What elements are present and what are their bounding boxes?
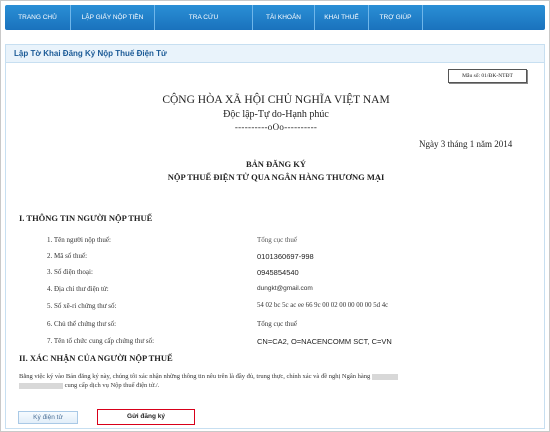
field-row-email: 4. Địa chỉ thư điện tử: dungkt@gmail.com (47, 285, 537, 299)
field-row-certificate-serial: 5. Số xê-ri chứng thư số: 54 02 bc 5c ac… (47, 302, 537, 316)
form-code-badge: Mẫu số: 01/ĐK-NTĐT (448, 69, 527, 83)
field-label: 6. Chủ thể chứng thư số: (47, 320, 117, 328)
separator: ----------oOo---------- (234, 122, 318, 132)
field-value: 0101360697-998 (257, 252, 314, 261)
nav-help[interactable]: TRỢ GIÚP (369, 5, 423, 30)
field-row-tax-code: 2. Mã số thuế: 0101360697-998 (47, 252, 537, 266)
field-label: 5. Số xê-ri chứng thư số: (47, 302, 117, 310)
section-taxpayer-confirmation: II. XÁC NHẬN CỦA NGƯỜI NỘP THUẾ (19, 353, 173, 363)
nav-home[interactable]: TRANG CHỦ (5, 5, 71, 30)
app-window: TRANG CHỦ LẬP GIẤY NỘP TIỀN TRA CỨU TÀI … (0, 0, 550, 432)
section-taxpayer-info: I. THÔNG TIN NGƯỜI NỘP THUẾ (19, 213, 153, 223)
confirmation-text: Bằng việc ký vào Bản đăng ký này, chúng … (19, 372, 541, 390)
field-row-certificate-provider: 7. Tên tổ chức cung cấp chứng thư số: CN… (47, 337, 537, 351)
field-value: 0945854540 (257, 268, 299, 277)
field-value: CN=CA2, O=NACENCOMM SCT, C=VN (257, 337, 392, 346)
field-value: Tổng cục thuế (257, 236, 298, 244)
field-value: 54 02 bc 5c ac ee 66 9c 00 02 00 00 00 0… (257, 302, 389, 309)
redacted-bank-name-cont (19, 382, 63, 389)
motto: Độc lập-Tự do-Hạnh phúc (223, 109, 329, 120)
document-date: Ngày 3 tháng 1 năm 2014 (419, 139, 513, 149)
confirmation-text-part2: cung cấp dịch vụ Nộp thuế điện tử./. (64, 382, 160, 389)
digital-sign-button[interactable]: Ký điện tử (18, 411, 78, 424)
nav-create-payment-slip[interactable]: LẬP GIẤY NỘP TIỀN (71, 5, 155, 30)
nation-heading: CỘNG HÒA XÃ HỘI CHỦ NGHĨA VIỆT NAM (162, 94, 390, 106)
page-title: Lập Tờ Khai Đăng Ký Nộp Thuế Điện Tử (14, 49, 167, 58)
field-value: Tổng cục thuế (257, 320, 298, 328)
confirmation-text-part1: Bằng việc ký vào Bản đăng ký này, chúng … (19, 373, 371, 380)
document-subheading: NỘP THUẾ ĐIỆN TỬ QUA NGÂN HÀNG THƯƠNG MẠ… (167, 172, 385, 182)
field-row-phone: 3. Số điện thoại: 0945854540 (47, 268, 537, 282)
field-value: dungkt@gmail.com (257, 285, 313, 292)
document-heading: BẢN ĐĂNG KÝ (246, 159, 306, 169)
field-row-taxpayer-name: 1. Tên người nộp thuế: Tổng cục thuế (47, 236, 537, 250)
nav-account[interactable]: TÀI KHOẢN (253, 5, 315, 30)
submit-registration-button[interactable]: Gửi đăng ký (97, 409, 195, 425)
field-label: 1. Tên người nộp thuế: (47, 236, 111, 244)
field-label: 2. Mã số thuế: (47, 252, 88, 260)
nav-lookup[interactable]: TRA CỨU (155, 5, 253, 30)
field-label: 7. Tên tổ chức cung cấp chứng thư số: (47, 337, 155, 345)
field-label: 3. Số điện thoại: (47, 268, 93, 276)
redacted-bank-name (371, 373, 398, 380)
nav-tax-declaration[interactable]: KHAI THUẾ (315, 5, 369, 30)
section-title-bar: Lập Tờ Khai Đăng Ký Nộp Thuế Điện Tử (5, 44, 545, 63)
top-navigation: TRANG CHỦ LẬP GIẤY NỘP TIỀN TRA CỨU TÀI … (5, 5, 545, 30)
field-label: 4. Địa chỉ thư điện tử: (47, 285, 109, 293)
field-row-certificate-subject: 6. Chủ thể chứng thư số: Tổng cục thuế (47, 320, 537, 334)
